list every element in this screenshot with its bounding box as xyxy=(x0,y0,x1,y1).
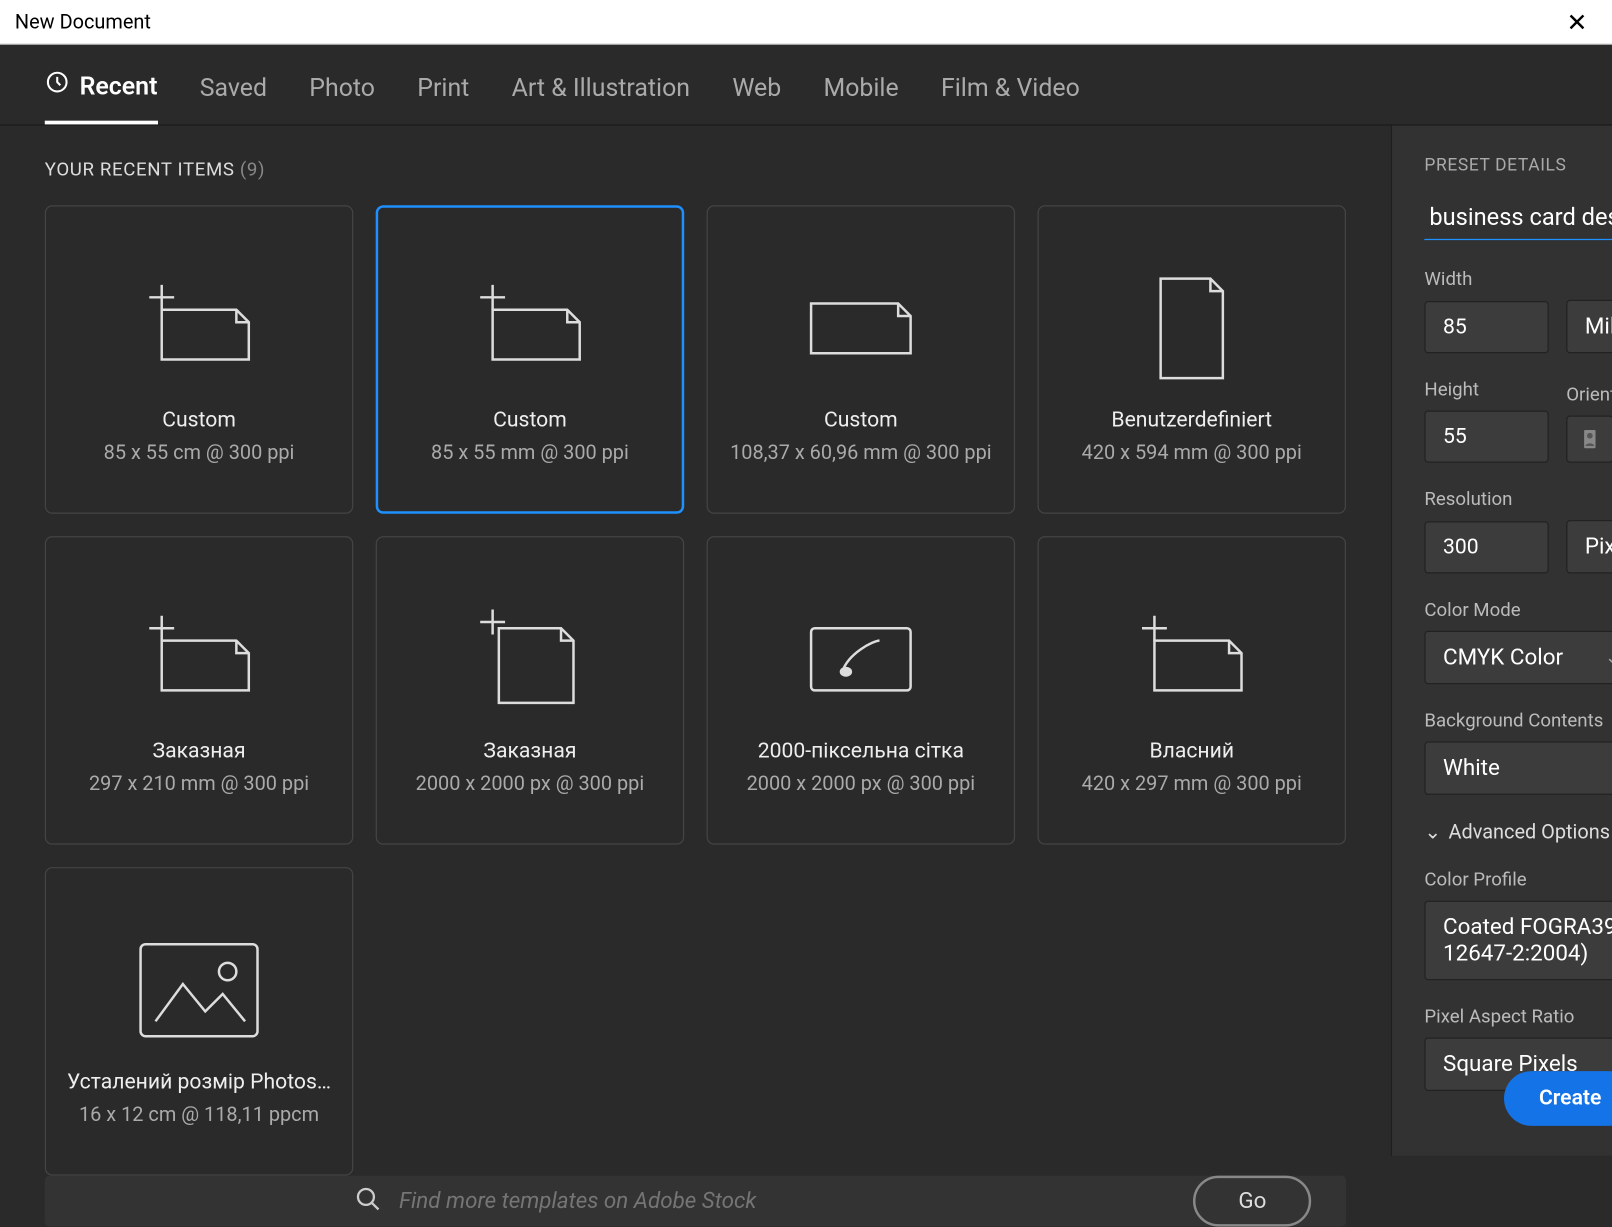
search-bar: Go xyxy=(45,1176,1346,1227)
preset-icon xyxy=(131,915,268,1064)
tabs: Recent Saved Photo Print Art & Illustrat… xyxy=(0,45,1612,126)
chevron-down-icon: ⌄ xyxy=(1424,820,1441,844)
resolution-units-select[interactable]: Pixels/Inch⌄ xyxy=(1566,520,1612,573)
preset-subtitle: 108,37 x 60,96 mm @ 300 ppi xyxy=(730,440,992,466)
tab-film[interactable]: Film & Video xyxy=(941,72,1080,122)
tab-label: Web xyxy=(732,72,781,102)
height-input[interactable] xyxy=(1424,411,1548,463)
width-label: Width xyxy=(1424,267,1612,289)
background-value: White xyxy=(1443,755,1500,781)
preset-title: Заказная xyxy=(153,738,246,763)
preset-card[interactable]: Custom 85 x 55 mm @ 300 ppi xyxy=(376,205,685,514)
color-profile-select[interactable]: Coated FOGRA39 (ISO 12647-2:2004)⌄ xyxy=(1424,901,1612,981)
preset-card[interactable]: Benutzerdefiniert 420 x 594 mm @ 300 ppi xyxy=(1037,205,1346,514)
units-select[interactable]: Millimeters⌄ xyxy=(1566,300,1612,353)
preset-name-input[interactable] xyxy=(1424,195,1612,240)
preset-card[interactable]: 2000-піксельна сітка 2000 x 2000 px @ 300… xyxy=(707,536,1016,845)
preset-title: Benutzerdefiniert xyxy=(1111,408,1272,433)
clock-icon xyxy=(45,70,70,101)
height-label: Height xyxy=(1424,378,1548,400)
preset-title: Custom xyxy=(493,408,567,433)
search-icon xyxy=(354,1185,381,1217)
background-select[interactable]: White⌄ xyxy=(1424,741,1612,794)
preset-icon xyxy=(799,253,923,402)
preset-title: Заказная xyxy=(483,738,576,763)
preset-icon xyxy=(799,584,923,733)
preset-card[interactable]: Заказная 297 x 210 mm @ 300 ppi xyxy=(45,536,354,845)
color-mode-value: CMYK Color xyxy=(1443,644,1563,670)
preset-card[interactable]: Custom 85 x 55 cm @ 300 ppi xyxy=(45,205,354,514)
preset-icon xyxy=(468,584,592,733)
preset-card[interactable]: Заказная 2000 x 2000 px @ 300 ppi xyxy=(376,536,685,845)
tab-label: Recent xyxy=(80,70,158,100)
preset-subtitle: 297 x 210 mm @ 300 ppi xyxy=(89,771,309,797)
color-mode-label: Color Mode xyxy=(1424,598,1612,620)
preset-card[interactable]: Власний 420 x 297 mm @ 300 ppi xyxy=(1037,536,1346,845)
go-button[interactable]: Go xyxy=(1194,1176,1312,1227)
preset-title: Custom xyxy=(824,408,898,433)
preset-title: Custom xyxy=(162,408,236,433)
preset-icon xyxy=(1142,253,1242,402)
resolution-label: Resolution xyxy=(1424,488,1612,510)
tab-recent[interactable]: Recent xyxy=(45,70,158,125)
recents-header: YOUR RECENT ITEMS (9) xyxy=(45,158,1346,180)
tab-label: Photo xyxy=(309,72,375,102)
preset-icon xyxy=(137,253,261,402)
color-profile-label: Color Profile xyxy=(1424,868,1612,890)
preset-grid: Custom 85 x 55 cm @ 300 ppi Custom 85 x 55 … xyxy=(45,205,1346,1175)
units-value: Millimeters xyxy=(1585,313,1612,339)
preset-title: Усталений розмір Photos… xyxy=(67,1069,331,1094)
advanced-label: Advanced Options xyxy=(1449,820,1611,844)
title-bar: New Document ✕ xyxy=(0,0,1612,45)
background-label: Background Contents xyxy=(1424,709,1612,731)
orientation-label: Orientation xyxy=(1566,383,1612,405)
preset-icon xyxy=(1130,584,1254,733)
tab-photo[interactable]: Photo xyxy=(309,72,375,122)
pixel-aspect-label: Pixel Aspect Ratio xyxy=(1424,1005,1612,1027)
search-input[interactable] xyxy=(399,1188,897,1214)
resolution-units-value: Pixels/Inch xyxy=(1585,534,1612,560)
preset-subtitle: 85 x 55 cm @ 300 ppi xyxy=(104,440,295,466)
chevron-down-icon: ⌄ xyxy=(1605,648,1612,668)
tab-saved[interactable]: Saved xyxy=(200,72,267,122)
preset-card[interactable]: Усталений розмір Photos… 16 x 12 cm @ 118… xyxy=(45,867,354,1176)
preset-subtitle: 16 x 12 cm @ 118,11 ppcm xyxy=(79,1102,319,1128)
tab-web[interactable]: Web xyxy=(732,72,781,122)
preset-icon xyxy=(137,584,261,733)
preset-subtitle: 420 x 297 mm @ 300 ppi xyxy=(1082,771,1302,797)
tab-print[interactable]: Print xyxy=(417,72,469,122)
preset-title: Власний xyxy=(1149,738,1234,763)
preset-subtitle: 2000 x 2000 px @ 300 ppi xyxy=(747,771,976,797)
color-mode-select[interactable]: CMYK Color ⌄ xyxy=(1424,631,1612,684)
tab-mobile[interactable]: Mobile xyxy=(823,72,898,122)
tab-art[interactable]: Art & Illustration xyxy=(512,72,690,122)
tab-label: Print xyxy=(417,72,469,102)
close-icon[interactable]: ✕ xyxy=(1557,7,1598,37)
preset-subtitle: 420 x 594 mm @ 300 ppi xyxy=(1082,440,1302,466)
preset-title: 2000-піксельна сітка xyxy=(758,738,964,763)
tab-label: Mobile xyxy=(823,72,898,102)
tab-label: Film & Video xyxy=(941,72,1080,102)
preset-details-title: PRESET DETAILS xyxy=(1424,156,1612,176)
color-profile-value: Coated FOGRA39 (ISO 12647-2:2004) xyxy=(1443,914,1612,966)
orientation-portrait-button[interactable] xyxy=(1566,415,1612,462)
resolution-input[interactable] xyxy=(1424,521,1548,573)
window-title: New Document xyxy=(15,10,151,34)
preset-subtitle: 85 x 55 mm @ 300 ppi xyxy=(431,440,629,466)
preset-subtitle: 2000 x 2000 px @ 300 ppi xyxy=(416,771,645,797)
tab-label: Art & Illustration xyxy=(512,72,690,102)
left-panel: YOUR RECENT ITEMS (9) Custom 85 x 55 cm @… xyxy=(0,126,1391,1156)
preset-card[interactable]: Custom 108,37 x 60,96 mm @ 300 ppi xyxy=(707,205,1016,514)
preset-icon xyxy=(468,253,592,402)
advanced-options-toggle[interactable]: ⌄ Advanced Options xyxy=(1424,820,1612,844)
tab-label: Saved xyxy=(200,72,267,102)
width-input[interactable] xyxy=(1424,301,1548,353)
create-button[interactable]: Create xyxy=(1504,1071,1612,1126)
preset-details-panel: PRESET DETAILS Width Millimeters⌄ Height… xyxy=(1391,126,1612,1156)
